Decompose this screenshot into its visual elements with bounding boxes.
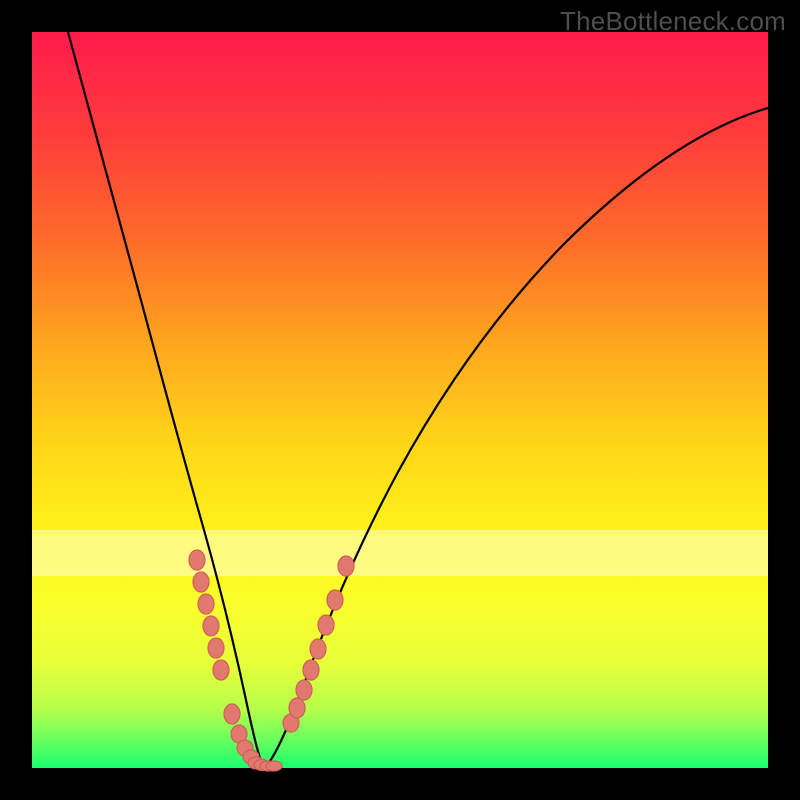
watermark-text: TheBottleneck.com bbox=[560, 6, 786, 37]
right-curve-path bbox=[264, 108, 768, 768]
plot-area bbox=[32, 32, 768, 768]
left-marker-group bbox=[189, 550, 282, 771]
left-curve-path bbox=[68, 32, 264, 768]
chart-frame: TheBottleneck.com bbox=[0, 0, 800, 800]
curve-layer bbox=[32, 32, 768, 768]
